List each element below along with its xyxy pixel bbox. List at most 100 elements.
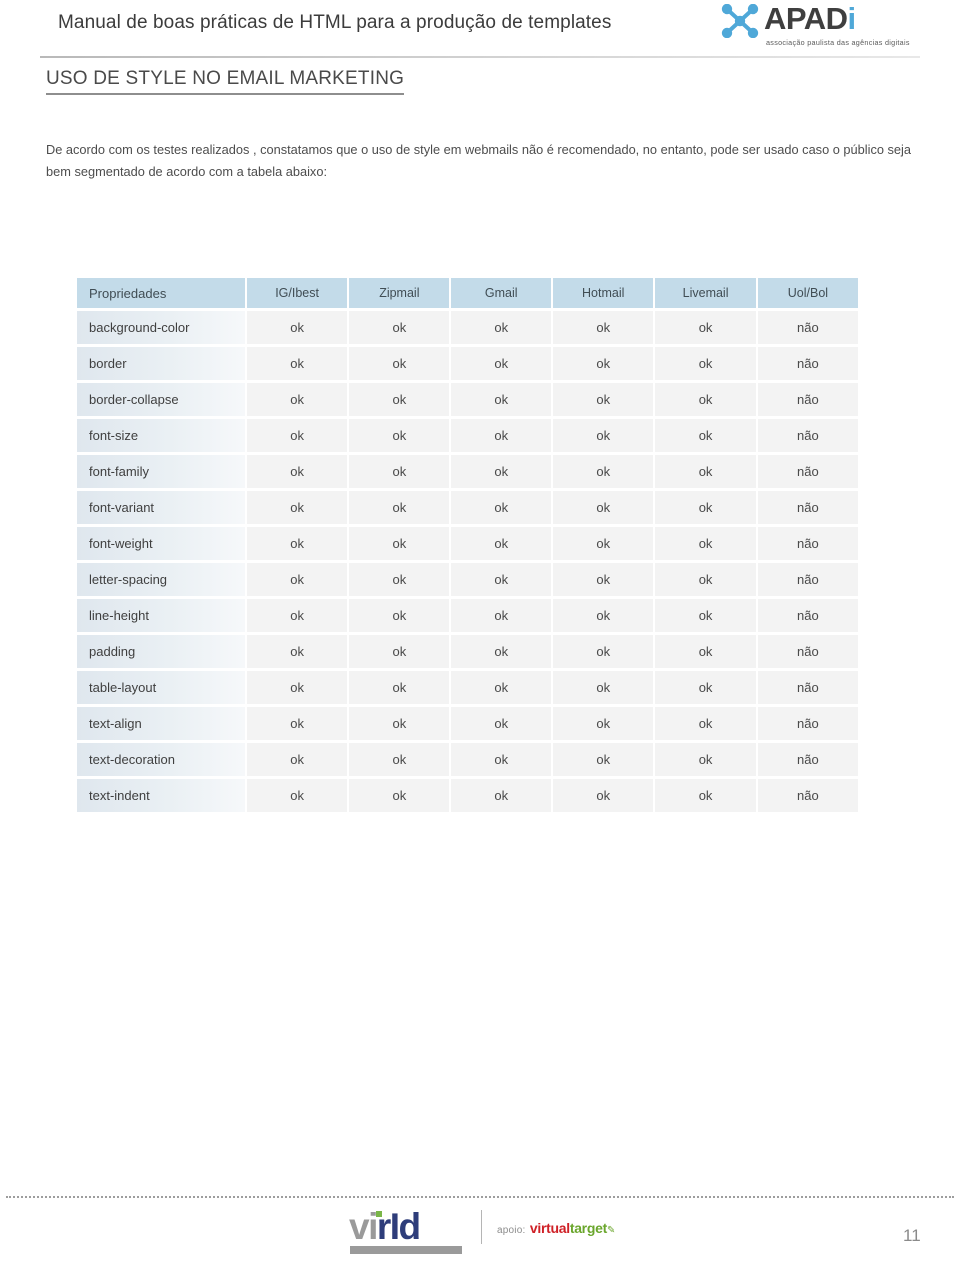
support-value-cell: não — [757, 383, 858, 416]
support-value-cell: ok — [451, 527, 552, 560]
support-value-cell: ok — [451, 347, 552, 380]
column-header-uol-bol: Uol/Bol — [757, 278, 858, 308]
support-value-cell: ok — [451, 599, 552, 632]
support-value-cell: ok — [655, 671, 756, 704]
x-nodes-icon — [721, 4, 759, 38]
target-word: target — [569, 1220, 607, 1236]
support-value-cell: não — [757, 419, 858, 452]
section-heading-underline — [46, 93, 404, 95]
support-value-cell: ok — [451, 635, 552, 668]
support-value-cell: ok — [655, 563, 756, 596]
footer-logo-separator — [481, 1210, 482, 1244]
support-value-cell: ok — [655, 419, 756, 452]
support-value-cell: não — [757, 707, 858, 740]
support-value-cell: ok — [655, 491, 756, 524]
support-value-cell: ok — [451, 383, 552, 416]
intro-paragraph: De acordo com os testes realizados , con… — [46, 141, 912, 179]
document-header: Manual de boas práticas de HTML para a p… — [0, 0, 960, 58]
property-name-cell: line-height — [77, 599, 245, 632]
support-value-cell: ok — [451, 707, 552, 740]
support-value-cell: ok — [246, 635, 348, 668]
column-header-propriedades: Propriedades — [77, 278, 245, 308]
virtual-word: virtual — [529, 1220, 570, 1236]
support-value-cell: ok — [246, 743, 348, 776]
virtual-target-logo: apoio: virtualtarget✎ — [497, 1219, 615, 1240]
table-row: text-decoration ok ok ok ok ok não — [77, 743, 858, 776]
support-value-cell: ok — [246, 563, 348, 596]
support-value-cell: ok — [655, 527, 756, 560]
brand-wordmark-main: APAD — [764, 1, 848, 36]
support-value-cell: não — [757, 311, 858, 344]
support-value-cell: ok — [349, 527, 450, 560]
support-value-cell: ok — [553, 635, 654, 668]
footer-logos: virId apoio: virtualtarget✎ — [349, 1208, 619, 1258]
support-value-cell: ok — [451, 455, 552, 488]
support-value-cell: ok — [451, 419, 552, 452]
support-value-cell: ok — [246, 311, 348, 344]
brand-wordmark: APADi — [764, 2, 856, 36]
support-value-cell: ok — [349, 707, 450, 740]
support-value-cell: ok — [655, 311, 756, 344]
support-value-cell: ok — [553, 347, 654, 380]
support-value-cell: ok — [553, 419, 654, 452]
support-value-cell: não — [757, 527, 858, 560]
support-value-cell: ok — [349, 491, 450, 524]
support-value-cell: ok — [349, 635, 450, 668]
property-name-cell: font-weight — [77, 527, 245, 560]
support-value-cell: ok — [451, 743, 552, 776]
table-row: text-indent ok ok ok ok ok não — [77, 779, 858, 812]
support-value-cell: ok — [655, 635, 756, 668]
footer-divider — [6, 1196, 954, 1199]
support-value-cell: ok — [246, 491, 348, 524]
support-value-cell: ok — [655, 779, 756, 812]
support-value-cell: ok — [553, 743, 654, 776]
support-value-cell: ok — [349, 311, 450, 344]
support-value-cell: ok — [246, 347, 348, 380]
support-value-cell: ok — [655, 455, 756, 488]
support-value-cell: ok — [451, 779, 552, 812]
column-header-hotmail: Hotmail — [553, 278, 654, 308]
table-row: letter-spacing ok ok ok ok ok não — [77, 563, 858, 596]
webmail-style-support-table: Propriedades IG/Ibest Zipmail Gmail Hotm… — [75, 275, 860, 815]
property-name-cell: border-collapse — [77, 383, 245, 416]
support-value-cell: ok — [451, 563, 552, 596]
support-value-cell: ok — [349, 455, 450, 488]
table-body: background-color ok ok ok ok ok não border ok ok o… — [77, 311, 858, 812]
support-value-cell: ok — [349, 347, 450, 380]
property-name-cell: font-variant — [77, 491, 245, 524]
property-name-cell: text-indent — [77, 779, 245, 812]
support-value-cell: ok — [451, 491, 552, 524]
property-name-cell: text-decoration — [77, 743, 245, 776]
virid-part-grey: vi — [349, 1206, 378, 1247]
property-name-cell: text-align — [77, 707, 245, 740]
virid-dot-icon — [376, 1211, 382, 1217]
support-value-cell: ok — [349, 419, 450, 452]
support-value-cell: ok — [553, 779, 654, 812]
brand-wordmark-accent: i — [847, 1, 857, 36]
support-value-cell: não — [757, 347, 858, 380]
support-value-cell: ok — [655, 599, 756, 632]
swoosh-icon: ✎ — [606, 1225, 616, 1236]
property-name-cell: font-size — [77, 419, 245, 452]
column-header-gmail: Gmail — [451, 278, 552, 308]
support-value-cell: ok — [349, 599, 450, 632]
support-value-cell: não — [757, 599, 858, 632]
property-name-cell: font-family — [77, 455, 245, 488]
page-title: Manual de boas práticas de HTML para a p… — [58, 12, 612, 33]
support-value-cell: ok — [246, 419, 348, 452]
support-value-cell: ok — [349, 779, 450, 812]
support-value-cell: ok — [553, 671, 654, 704]
support-value-cell: ok — [553, 599, 654, 632]
table-row: border-collapse ok ok ok ok ok não — [77, 383, 858, 416]
table-header: Propriedades IG/Ibest Zipmail Gmail Hotm… — [77, 278, 858, 308]
virid-part-blue: rId — [376, 1206, 421, 1247]
support-value-cell: não — [757, 743, 858, 776]
support-value-cell: ok — [246, 599, 348, 632]
table-row: line-height ok ok ok ok ok não — [77, 599, 858, 632]
property-name-cell: background-color — [77, 311, 245, 344]
table-row: font-weight ok ok ok ok ok não — [77, 527, 858, 560]
table-row: font-variant ok ok ok ok ok não — [77, 491, 858, 524]
support-value-cell: ok — [246, 383, 348, 416]
table-row: background-color ok ok ok ok ok não — [77, 311, 858, 344]
page-number: 11 — [903, 1226, 921, 1245]
